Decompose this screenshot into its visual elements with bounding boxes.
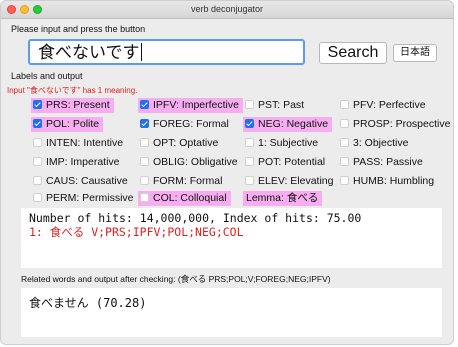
tag-label: PRS: Present bbox=[46, 99, 110, 111]
checkbox[interactable] bbox=[33, 138, 42, 147]
tag-item[interactable]: 1: Subjective bbox=[243, 136, 322, 151]
tag-item[interactable]: PFV: Perfective bbox=[338, 98, 430, 113]
tag-label: PFV: Perfective bbox=[353, 99, 426, 111]
verb-input-value: 食べないです bbox=[38, 43, 140, 62]
verb-input[interactable]: 食べないです bbox=[28, 39, 305, 65]
checkbox[interactable] bbox=[340, 138, 349, 147]
tag-label: IMP: Imperative bbox=[46, 156, 120, 168]
tag-item[interactable]: INTEN: Intentive bbox=[31, 136, 127, 151]
tag-item[interactable]: POL: Polite bbox=[31, 117, 104, 132]
tag-label: PASS: Passive bbox=[353, 156, 423, 168]
checkbox[interactable] bbox=[33, 176, 42, 185]
checkbox[interactable] bbox=[340, 176, 349, 185]
tag-item[interactable]: PERM: Permissive bbox=[31, 191, 138, 206]
window-title: verb deconjugator bbox=[190, 4, 264, 14]
tag-label: PST: Past bbox=[258, 99, 305, 111]
tag-label: POL: Polite bbox=[46, 118, 100, 130]
language-button[interactable]: 日本語 bbox=[393, 44, 437, 62]
tag-item[interactable]: COL: Colloquial bbox=[138, 191, 231, 206]
related-output-box[interactable]: 食べません (70.28) bbox=[21, 288, 442, 337]
tag-label: POT: Potential bbox=[258, 156, 326, 168]
lemma-label: Lemma: 食べる bbox=[246, 192, 319, 204]
title-bar: verb deconjugator bbox=[1, 1, 453, 19]
tag-label: HUMB: Humbling bbox=[353, 175, 435, 187]
lemma-tag: Lemma: 食べる bbox=[243, 191, 323, 206]
tag-label: IPFV: Imperfective bbox=[153, 99, 239, 111]
tag-label: FOREG: Formal bbox=[153, 118, 229, 130]
tag-label: PERM: Permissive bbox=[46, 192, 134, 204]
tag-item[interactable]: HUMB: Humbling bbox=[338, 174, 438, 189]
checkbox[interactable] bbox=[140, 119, 149, 128]
checkbox[interactable] bbox=[340, 119, 349, 128]
tag-item[interactable]: OBLIG: Obligative bbox=[138, 155, 242, 170]
tag-item[interactable]: POT: Potential bbox=[243, 155, 329, 170]
search-button[interactable]: Search bbox=[319, 42, 387, 64]
checkbox[interactable] bbox=[245, 176, 254, 185]
tag-label: 3: Objective bbox=[353, 137, 409, 149]
checkbox[interactable] bbox=[140, 100, 149, 109]
related-section-title: Related words and output after checking:… bbox=[21, 274, 331, 284]
tag-label: 1: Subjective bbox=[258, 137, 319, 149]
tag-item[interactable]: NEG: Negative bbox=[243, 117, 333, 132]
checkbox[interactable] bbox=[245, 138, 254, 147]
tag-item[interactable]: 3: Objective bbox=[338, 136, 412, 151]
tag-item[interactable]: PASS: Passive bbox=[338, 155, 427, 170]
input-prompt: Please input and press the button bbox=[11, 24, 146, 34]
tag-label: FORM: Formal bbox=[153, 175, 223, 187]
checkbox[interactable] bbox=[245, 157, 254, 166]
checkbox[interactable] bbox=[140, 138, 149, 147]
result-line: 1: 食べる V;PRS;IPFV;POL;NEG;COL bbox=[29, 225, 244, 239]
checkbox[interactable] bbox=[245, 119, 254, 128]
checkbox[interactable] bbox=[33, 193, 42, 202]
text-caret bbox=[140, 43, 142, 61]
checkbox[interactable] bbox=[340, 100, 349, 109]
tag-item[interactable]: PST: Past bbox=[243, 98, 308, 113]
labels-section-title: Labels and output bbox=[11, 71, 83, 81]
tag-item[interactable]: CAUS: Causative bbox=[31, 174, 132, 189]
tag-item[interactable]: PRS: Present bbox=[31, 98, 114, 113]
tag-label: ELEV: Elevating bbox=[258, 175, 334, 187]
app-window: verb deconjugator Please input and press… bbox=[0, 0, 454, 345]
checkbox[interactable] bbox=[245, 100, 254, 109]
tag-item[interactable]: PROSP: Prospective bbox=[338, 117, 453, 132]
tag-label: COL: Colloquial bbox=[153, 192, 227, 204]
checkbox[interactable] bbox=[340, 157, 349, 166]
tag-label: NEG: Negative bbox=[258, 118, 329, 130]
checkbox[interactable] bbox=[140, 193, 149, 202]
tag-label: PROSP: Prospective bbox=[353, 118, 451, 130]
output-box[interactable]: Number of hits: 14,000,000, Index of hit… bbox=[21, 208, 442, 268]
tag-label: OBLIG: Obligative bbox=[153, 156, 238, 168]
tag-label: CAUS: Causative bbox=[46, 175, 128, 187]
tag-item[interactable]: OPT: Optative bbox=[138, 136, 222, 151]
tag-item[interactable]: FORM: Formal bbox=[138, 174, 226, 189]
checkbox[interactable] bbox=[140, 176, 149, 185]
tag-label: INTEN: Intentive bbox=[46, 137, 124, 149]
hits-summary: Number of hits: 14,000,000, Index of hit… bbox=[29, 211, 362, 225]
tag-label: OPT: Optative bbox=[153, 137, 219, 149]
tag-item[interactable]: ELEV: Elevating bbox=[243, 174, 338, 189]
checkbox[interactable] bbox=[33, 157, 42, 166]
meaning-count-text: Input "食べないです" has 1 meaning. bbox=[7, 86, 138, 95]
tag-item[interactable]: IPFV: Imperfective bbox=[138, 98, 243, 113]
related-result: 食べません (70.28) bbox=[29, 296, 147, 310]
checkbox[interactable] bbox=[140, 157, 149, 166]
checkbox[interactable] bbox=[33, 119, 42, 128]
tag-item[interactable]: IMP: Imperative bbox=[31, 155, 124, 170]
tag-item[interactable]: FOREG: Formal bbox=[138, 117, 233, 132]
checkbox[interactable] bbox=[33, 100, 42, 109]
